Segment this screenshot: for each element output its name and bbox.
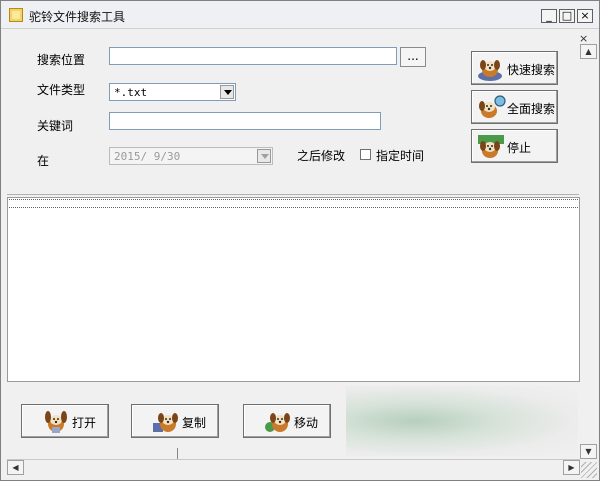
browse-button[interactable]: ... [400,47,426,67]
stop-button[interactable]: 停止 [471,129,558,163]
keyword-label: 关键词 [37,119,74,133]
results-list[interactable] [7,197,580,382]
dog-magnifier-icon [476,95,506,121]
chevron-down-icon[interactable] [220,85,234,99]
full-search-button[interactable]: 全面搜索 [471,90,558,124]
maximize-button[interactable]: □ [559,9,575,23]
splitter-handle[interactable] [177,448,185,459]
close-button[interactable]: × [577,9,593,23]
copy-label: 复制 [182,416,207,430]
divider [7,194,579,195]
file-type-value: *.txt [114,86,148,99]
vertical-scrollbar[interactable]: ▲ ▼ [580,44,597,459]
scroll-up-button[interactable]: ▲ [580,44,597,59]
window-title: 驼铃文件搜索工具 [29,10,126,24]
file-type-select[interactable]: *.txt [109,83,236,101]
move-label: 移动 [294,416,319,430]
resize-grip[interactable] [581,462,597,478]
date-picker[interactable]: 2015/ 9/30 [109,147,273,165]
dog-stop-icon [476,134,506,160]
dog-copy-icon [152,409,180,435]
search-location-input[interactable] [109,47,397,65]
horizontal-scrollbar[interactable]: ◀ ▶ [7,459,580,476]
specify-time-checkbox[interactable] [360,149,371,160]
search-location-label: 搜索位置 [37,53,86,67]
dog-move-icon [264,409,292,435]
dog-search-icon [476,56,506,82]
dog-open-icon [42,409,70,435]
keyword-input[interactable] [109,112,381,130]
quick-search-label: 快速搜索 [507,63,556,77]
scroll-down-button[interactable]: ▼ [580,444,597,459]
scroll-right-button[interactable]: ▶ [563,460,580,475]
chevron-down-icon[interactable] [257,149,271,163]
date-prefix-label: 在 [37,154,50,168]
stop-label: 停止 [507,141,532,155]
specify-time-label: 指定时间 [376,149,425,163]
quick-search-button[interactable]: 快速搜索 [471,51,558,85]
title-bar[interactable]: 驼铃文件搜索工具 _ □ × [1,1,599,29]
watermark-blur [346,386,578,456]
open-button[interactable]: 打开 [21,404,109,438]
minimize-button[interactable]: _ [541,9,557,23]
file-type-label: 文件类型 [37,83,86,97]
results-header [9,199,578,208]
scroll-left-button[interactable]: ◀ [7,460,24,475]
open-label: 打开 [72,416,97,430]
full-search-label: 全面搜索 [507,102,556,116]
move-button[interactable]: 移动 [243,404,331,438]
app-window: 驼铃文件搜索工具 _ □ × × 搜索位置 ... 文件类型 *.txt 关键词… [0,0,600,481]
copy-button[interactable]: 复制 [131,404,219,438]
modified-after-label: 之后修改 [297,149,346,163]
app-folder-icon [9,8,23,22]
date-value: 2015/ 9/30 [114,150,181,163]
